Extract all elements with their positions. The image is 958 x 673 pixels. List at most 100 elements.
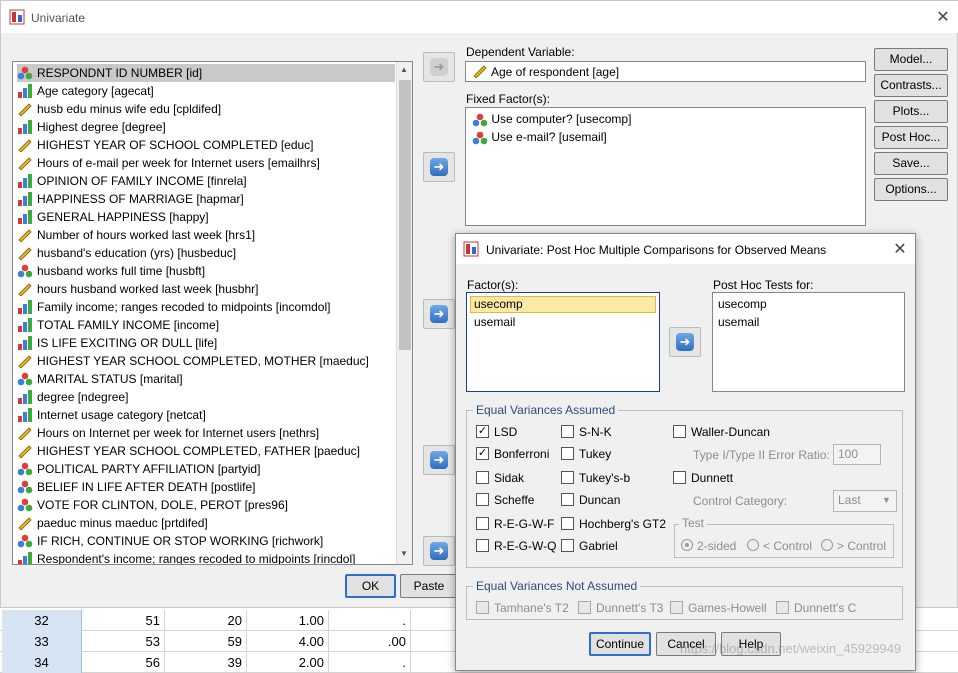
duncan-checkbox[interactable] — [561, 493, 574, 506]
factors-list[interactable]: usecomp usemail — [466, 292, 660, 392]
waller-duncan-checkbox[interactable] — [673, 425, 686, 438]
variable-list-item[interactable]: Hours of e-mail per week for Internet us… — [17, 154, 320, 172]
list-item[interactable]: usemail — [474, 315, 515, 329]
close-icon[interactable]: ✕ — [890, 239, 910, 259]
dunnett-t3-checkbox[interactable] — [578, 601, 591, 614]
dunnett-c-checkbox[interactable] — [776, 601, 789, 614]
variable-list-item[interactable]: husband works full time [husbft] — [17, 262, 205, 280]
row-number[interactable]: 32 — [2, 610, 82, 631]
regwq-checkbox[interactable] — [476, 539, 489, 552]
variable-list-item[interactable]: degree [ndegree] — [17, 388, 128, 406]
grid-cell[interactable]: 51 — [82, 610, 165, 631]
error-ratio-field[interactable]: 100 — [833, 444, 881, 465]
dependent-field[interactable]: Age of respondent [age] — [465, 61, 866, 82]
grid-cell[interactable]: 39 — [165, 652, 247, 673]
variable-list-item[interactable]: HIGHEST YEAR SCHOOL COMPLETED, FATHER [p… — [17, 442, 360, 460]
variable-list-item[interactable]: GENERAL HAPPINESS [happy] — [17, 208, 209, 226]
continue-button[interactable]: Continue — [589, 632, 651, 656]
tukey-b-checkbox[interactable] — [561, 471, 574, 484]
variable-list-item[interactable]: Internet usage category [netcat] — [17, 406, 206, 424]
sidak-checkbox[interactable] — [476, 471, 489, 484]
variable-label: HAPPINESS OF MARRIAGE [hapmar] — [37, 192, 244, 206]
list-item[interactable]: usecomp — [470, 296, 656, 313]
grid-cell[interactable]: . — [329, 610, 411, 631]
list-item[interactable]: usemail — [718, 315, 759, 329]
move-random-button[interactable]: ➜ — [423, 299, 455, 329]
fixed-factors-list[interactable]: Use computer? [usecomp] Use e-mail? [use… — [465, 107, 866, 226]
variable-list-item[interactable]: Hours on Internet per week for Internet … — [17, 424, 319, 442]
move-covariate-button[interactable]: ➜ — [423, 445, 455, 475]
list-item[interactable]: usecomp — [718, 297, 767, 311]
scroll-up-icon[interactable]: ▲ — [400, 65, 408, 74]
variable-list-item[interactable]: Age category [agecat] — [17, 82, 154, 100]
row-number[interactable]: 33 — [2, 631, 82, 652]
move-posthoc-button[interactable]: ➜ — [669, 327, 701, 357]
variable-list-item[interactable]: TOTAL FAMILY INCOME [income] — [17, 316, 219, 334]
lsd-checkbox[interactable]: ✓ — [476, 425, 489, 438]
grid-cell[interactable]: 2.00 — [247, 652, 329, 673]
variable-list-item[interactable]: Highest degree [degree] — [17, 118, 166, 136]
variable-list-item[interactable]: Family income; ranges recoded to midpoin… — [17, 298, 330, 316]
variable-list-item[interactable]: POLITICAL PARTY AFFILIATION [partyid] — [17, 460, 260, 478]
list-item[interactable]: Use e-mail? [usemail] — [472, 130, 607, 145]
variable-list-item[interactable]: IS LIFE EXCITING OR DULL [life] — [17, 334, 217, 352]
close-icon[interactable]: ✕ — [933, 7, 953, 27]
grid-cell[interactable]: 1.00 — [247, 610, 329, 631]
variable-list-item[interactable]: BELIEF IN LIFE AFTER DEATH [postlife] — [17, 478, 256, 496]
variable-list-item[interactable]: OPINION OF FAMILY INCOME [finrela] — [17, 172, 247, 190]
dunnett-checkbox[interactable] — [673, 471, 686, 484]
variable-list-item[interactable]: IF RICH, CONTINUE OR STOP WORKING [richw… — [17, 532, 323, 550]
variable-list-item[interactable]: husband's education (yrs) [husbeduc] — [17, 244, 236, 262]
hochberg-checkbox[interactable] — [561, 517, 574, 530]
variable-list-item[interactable]: MARITAL STATUS [marital] — [17, 370, 183, 388]
variable-list-item[interactable]: Number of hours worked last week [hrs1] — [17, 226, 255, 244]
list-item[interactable]: Use computer? [usecomp] — [472, 112, 631, 127]
move-wls-button[interactable]: ➜ — [423, 536, 455, 566]
games-howell-checkbox[interactable] — [670, 601, 683, 614]
grid-cell[interactable]: 56 — [82, 652, 165, 673]
options-button[interactable]: Options... — [874, 178, 948, 201]
snk-checkbox[interactable] — [561, 425, 574, 438]
tukey-checkbox[interactable] — [561, 447, 574, 460]
posthoc-tests-list[interactable]: usecomp usemail — [712, 292, 905, 392]
variable-list-item[interactable]: husb edu minus wife edu [cpldifed] — [17, 100, 221, 118]
scrollbar[interactable]: ▲ ▼ — [396, 62, 412, 564]
gabriel-checkbox[interactable] — [561, 539, 574, 552]
regwf-checkbox[interactable] — [476, 517, 489, 530]
grid-cell[interactable]: 20 — [165, 610, 247, 631]
contrasts-button[interactable]: Contrasts... — [874, 74, 948, 97]
control-category-select[interactable]: Last ▼ — [833, 490, 897, 512]
variable-list-item[interactable]: HIGHEST YEAR SCHOOL COMPLETED, MOTHER [m… — [17, 352, 369, 370]
tamhane-checkbox[interactable] — [476, 601, 489, 614]
grid-cell[interactable]: 53 — [82, 631, 165, 652]
scroll-down-icon[interactable]: ▼ — [400, 549, 408, 558]
variable-list-item[interactable]: HAPPINESS OF MARRIAGE [hapmar] — [17, 190, 244, 208]
scheffe-checkbox[interactable] — [476, 493, 489, 506]
move-fixed-button[interactable]: ➜ — [423, 152, 455, 182]
move-dependent-button[interactable]: ➜ — [423, 52, 455, 82]
variable-list-item[interactable]: VOTE FOR CLINTON, DOLE, PEROT [pres96] — [17, 496, 288, 514]
variable-list-item[interactable]: RESPONDNT ID NUMBER [id] — [17, 64, 395, 82]
save-button[interactable]: Save... — [874, 152, 948, 175]
gt-control-radio[interactable] — [821, 539, 833, 551]
grid-cell[interactable]: 59 — [165, 631, 247, 652]
ok-button[interactable]: OK — [345, 574, 396, 598]
two-sided-radio[interactable] — [681, 539, 693, 551]
grid-cell[interactable]: .00 — [329, 631, 411, 652]
paste-button[interactable]: Paste — [400, 574, 458, 598]
model-button[interactable]: Model... — [874, 48, 948, 71]
scroll-thumb[interactable] — [399, 80, 411, 350]
post-hoc-button[interactable]: Post Hoc... — [874, 126, 948, 149]
row-number[interactable]: 34 — [2, 652, 82, 673]
variable-list[interactable]: RESPONDNT ID NUMBER [id] Age category [ag… — [12, 61, 413, 565]
variable-list-item[interactable]: hours husband worked last week [husbhr] — [17, 280, 258, 298]
bonferroni-checkbox[interactable]: ✓ — [476, 447, 489, 460]
grid-cell[interactable]: 4.00 — [247, 631, 329, 652]
games-howell-label: Games-Howell — [688, 601, 767, 615]
grid-cell[interactable]: . — [329, 652, 411, 673]
variable-list-item[interactable]: paeduc minus maeduc [prtdifed] — [17, 514, 208, 532]
variable-list-item[interactable]: HIGHEST YEAR OF SCHOOL COMPLETED [educ] — [17, 136, 314, 154]
lt-control-radio[interactable] — [747, 539, 759, 551]
variable-list-item[interactable]: Respondent's income; ranges recoded to m… — [17, 550, 355, 564]
plots-button[interactable]: Plots... — [874, 100, 948, 123]
